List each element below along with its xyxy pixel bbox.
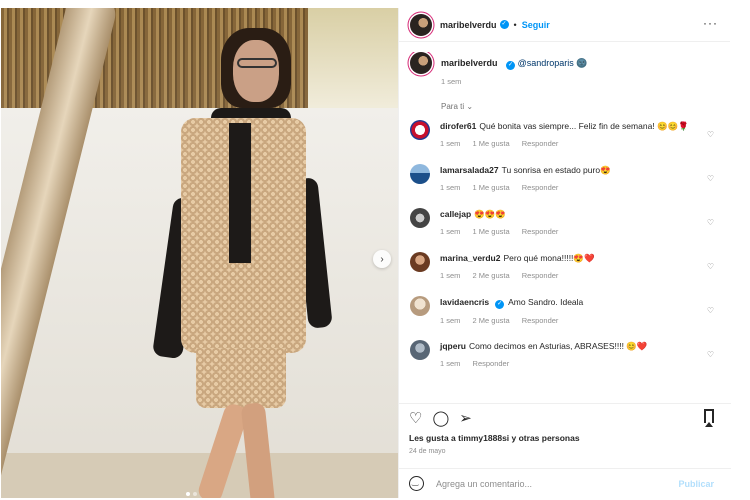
comment-time: 1 sem <box>440 139 461 148</box>
post-date[interactable]: 24 de mayo <box>409 448 446 455</box>
comment-username[interactable]: callejap <box>440 209 471 219</box>
like-comment-heart-icon[interactable]: ♡ <box>707 130 714 139</box>
comment-username[interactable]: lamarsalada27 <box>440 165 499 175</box>
comment-icon[interactable]: ◯ <box>432 409 449 427</box>
comment-text: 😍😍😍 <box>474 209 506 219</box>
like-comment-heart-icon[interactable]: ♡ <box>707 350 714 359</box>
publish-button[interactable]: Publicar <box>678 479 714 489</box>
reply-button[interactable]: Responder <box>473 359 510 368</box>
caption-mention[interactable]: @sandroparis <box>518 58 574 68</box>
add-comment-bar: Agrega un comentario... Publicar <box>399 468 731 498</box>
caption-username[interactable]: maribelverdu <box>441 58 498 68</box>
comment-text: Pero qué mona!!!!!😍❤️ <box>503 253 595 263</box>
comment-item: dirofer61 Qué bonita vas siempre... Feliz… <box>399 116 731 160</box>
carousel-dot-2 <box>193 492 197 496</box>
photo-glasses <box>237 58 277 68</box>
header-separator: • <box>513 19 517 30</box>
comment-text: Como decimos en Asturias, ABRASES!!!! 😊❤… <box>468 341 648 351</box>
comment-time: 1 sem <box>440 359 461 368</box>
caption-emoji: 🌚 <box>576 58 588 68</box>
carousel-dot-1 <box>186 492 190 496</box>
comment-username[interactable]: lavidaencris <box>440 297 489 307</box>
comment-item: jqperu Como decimos en Asturias, ABRASES!… <box>399 336 731 380</box>
verified-badge-icon: ✓ <box>499 20 509 29</box>
comment-time: 1 sem <box>440 183 461 192</box>
commenter-avatar[interactable] <box>410 340 430 360</box>
comment-time: 1 sem <box>440 316 461 325</box>
follow-button[interactable]: Seguir <box>522 20 550 30</box>
comments-list[interactable]: maribelverdu ✓ @sandroparis 🌚 1 sem Para… <box>399 52 731 400</box>
emoji-picker-icon[interactable] <box>409 476 424 491</box>
like-heart-icon[interactable]: ♡ <box>409 409 422 427</box>
author-username[interactable]: maribelverdu <box>440 20 497 30</box>
photo-person <box>151 28 333 498</box>
comment-text: Qué bonita vas siempre... Feliz fin de s… <box>479 121 689 131</box>
verified-badge-icon: ✓ <box>495 300 505 309</box>
comment-item: lamarsalada27 Tu sonrisa en estado puro😍 … <box>399 160 731 204</box>
carousel-dots <box>186 492 197 496</box>
photo-leg-right <box>240 402 276 498</box>
post-side-panel: maribelverdu ✓ • Seguir ··· maribelverdu… <box>398 8 731 498</box>
comment-time: 1 sem <box>440 271 461 280</box>
comment-username[interactable]: jqperu <box>440 341 466 351</box>
commenter-avatar[interactable] <box>410 120 430 140</box>
verified-badge-icon: ✓ <box>506 61 516 70</box>
reply-button[interactable]: Responder <box>522 316 559 325</box>
comment-likes[interactable]: 2 Me gusta <box>473 316 510 325</box>
caption: maribelverdu ✓ @sandroparis 🌚 1 sem <box>399 52 731 98</box>
comment-likes[interactable]: 1 Me gusta <box>473 139 510 148</box>
post-photo[interactable]: › <box>1 8 398 498</box>
post-actions-bar: ♡ ◯ ➢ <box>399 403 731 431</box>
caption-time: 1 sem <box>441 77 462 86</box>
author-avatar[interactable] <box>410 13 432 36</box>
reply-button[interactable]: Responder <box>522 271 559 280</box>
comment-likes[interactable]: 1 Me gusta <box>473 227 510 236</box>
comment-time: 1 sem <box>440 227 461 236</box>
chevron-down-icon: ⌄ <box>466 102 474 111</box>
chevron-right-icon: › <box>380 253 384 265</box>
commenter-avatar[interactable] <box>410 296 430 316</box>
like-comment-heart-icon[interactable]: ♡ <box>707 218 714 227</box>
reply-button[interactable]: Responder <box>522 183 559 192</box>
carousel-next-button[interactable]: › <box>373 250 391 268</box>
reply-button[interactable]: Responder <box>522 227 559 236</box>
likes-summary[interactable]: Les gusta a timmy1888si y otras personas <box>409 433 580 443</box>
likes-text[interactable]: Les gusta a timmy1888si y otras personas <box>409 433 580 443</box>
sort-label: Para ti <box>441 102 465 111</box>
commenter-avatar[interactable] <box>410 252 430 272</box>
more-options-icon[interactable]: ··· <box>703 16 718 30</box>
commenter-avatar[interactable] <box>410 164 430 184</box>
comment-text: Amo Sandro. Ideala <box>508 297 584 307</box>
reply-button[interactable]: Responder <box>522 139 559 148</box>
comment-input[interactable]: Agrega un comentario... <box>436 479 532 489</box>
like-comment-heart-icon[interactable]: ♡ <box>707 306 714 315</box>
like-comment-heart-icon[interactable]: ♡ <box>707 262 714 271</box>
sort-comments-dropdown[interactable]: Para ti ⌄ <box>399 98 731 116</box>
comment-username[interactable]: marina_verdu2 <box>440 253 500 263</box>
photo-jacket-gap <box>229 123 251 263</box>
commenter-avatar[interactable] <box>410 208 430 228</box>
share-paper-plane-icon[interactable]: ➢ <box>459 409 472 427</box>
comment-likes[interactable]: 2 Me gusta <box>473 271 510 280</box>
comment-item: lavidaencris ✓ Amo Sandro. Ideala 1 sem 2 … <box>399 292 731 336</box>
comment-text: Tu sonrisa en estado puro😍 <box>501 165 611 175</box>
save-bookmark-icon[interactable] <box>704 409 714 427</box>
comment-item: marina_verdu2 Pero qué mona!!!!!😍❤️ 1 sem… <box>399 248 731 292</box>
comment-username[interactable]: dirofer61 <box>440 121 476 131</box>
caption-avatar[interactable] <box>410 52 432 74</box>
comment-item: callejap 😍😍😍 1 sem 1 Me gusta Responder ♡ <box>399 204 731 248</box>
photo-skirt <box>196 348 286 408</box>
post-header: maribelverdu ✓ • Seguir ··· <box>399 8 730 42</box>
like-comment-heart-icon[interactable]: ♡ <box>707 174 714 183</box>
photo-face <box>233 40 279 102</box>
comment-likes[interactable]: 1 Me gusta <box>473 183 510 192</box>
